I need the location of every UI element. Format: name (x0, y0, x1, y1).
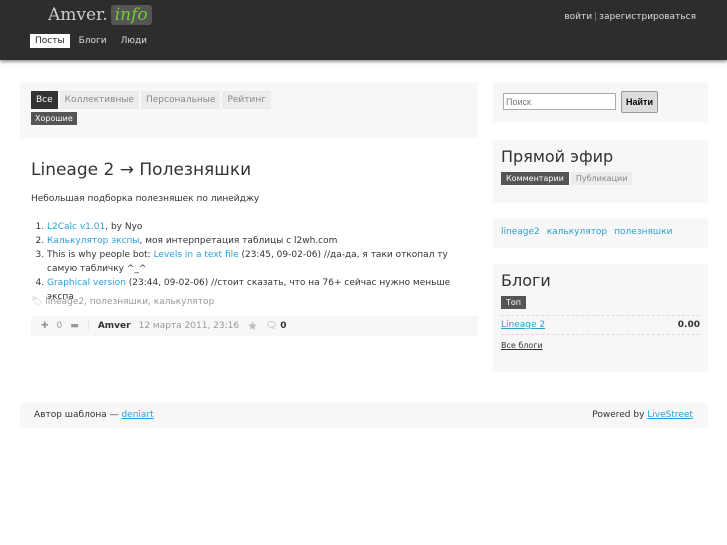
post-list: L2Calc v1.01, by Nyo Калькулятор экспы, … (47, 220, 471, 304)
tab-comments[interactable]: Комментарии (501, 172, 569, 185)
tab-good[interactable]: Хорошие (31, 112, 77, 125)
filter-tabs: Все Коллективные Персональные Рейтинг Хорош… (20, 82, 478, 138)
tab-rating[interactable]: Рейтинг (222, 91, 271, 109)
blog-row: Lineage 2 0.00 (501, 315, 700, 335)
author-label: Автор шаблона — (34, 410, 122, 420)
post-title: Lineage 2 → Полезняшки (31, 160, 471, 180)
search-input[interactable] (503, 93, 616, 110)
header: Amver. info Посты Блоги Люди войти | зареги… (0, 0, 727, 60)
auth-links: войти | зарегистрироваться (564, 12, 696, 22)
post-meta: ✚ 0 ▬ | Amver 12 марта 2011, 23:16 ★ 🗨 0 (31, 316, 478, 336)
logo-accent: info (110, 5, 152, 25)
tab-publications[interactable]: Публикации (570, 172, 633, 185)
post-intro: Небольшая подборка полезняшек по линейдж… (31, 194, 260, 204)
tag-link[interactable]: полезняшки (614, 227, 672, 239)
register-link[interactable]: зарегистрироваться (599, 12, 696, 22)
list-item: This is why people bot: Levels in a text… (47, 248, 471, 276)
blogs-title: Блоги (501, 271, 551, 290)
favorite-star-icon[interactable]: ★ (247, 319, 258, 333)
post-author[interactable]: Amver (98, 321, 131, 331)
logo-text: Amver. (48, 5, 108, 25)
post-title-link[interactable]: Полезняшки (139, 160, 251, 180)
tag-icon: 🏷 (31, 297, 43, 307)
post-blog-link[interactable]: Lineage 2 (31, 160, 114, 180)
tab-personal[interactable]: Персональные (140, 91, 221, 109)
vote-down-icon[interactable]: ▬ (70, 321, 79, 331)
search-button[interactable]: Найти (621, 91, 658, 113)
l2calc-link[interactable]: L2Calc v1.01 (47, 222, 105, 232)
comments-link[interactable]: 🗨 0 (266, 321, 287, 331)
nav-blogs[interactable]: Блоги (74, 34, 112, 48)
graphical-link[interactable]: Graphical version (47, 278, 126, 288)
tab-collective[interactable]: Коллективные (59, 91, 139, 109)
tab-top[interactable]: Топ (501, 296, 527, 309)
tags-text[interactable]: lineage2, полезняшки, калькулятор (45, 297, 214, 307)
main-nav: Посты Блоги Люди (30, 34, 152, 48)
arrow: → (119, 160, 134, 180)
live-title: Прямой эфир (501, 147, 614, 166)
nav-posts[interactable]: Посты (30, 34, 70, 48)
tag-link[interactable]: lineage2 (501, 227, 540, 239)
livestreet-link[interactable]: LiveStreet (647, 410, 693, 420)
list-item: L2Calc v1.01, by Nyo (47, 220, 471, 234)
author-link[interactable]: deniart (121, 410, 153, 420)
live-box: Прямой эфир Комментарии Публикации (493, 140, 708, 203)
post: Lineage 2 → Полезняшки Небольшая подборк… (31, 160, 471, 304)
search-box: Найти (493, 82, 708, 122)
login-link[interactable]: войти (564, 12, 592, 22)
blog-rating: 0.00 (677, 320, 700, 330)
nav-people[interactable]: Люди (116, 34, 152, 48)
logo[interactable]: Amver. info (48, 5, 152, 25)
tag-link[interactable]: калькулятор (547, 227, 607, 239)
all-blogs-link[interactable]: Все блоги (501, 341, 700, 350)
blogs-box: Блоги Топ Lineage 2 0.00 Все блоги (493, 264, 708, 372)
post-tags: 🏷 lineage2, полезняшки, калькулятор (31, 297, 214, 307)
comment-icon: 🗨 (265, 321, 278, 331)
powered-label: Powered by (592, 410, 648, 420)
list-item: Калькулятор экспы, моя интерпретация таб… (47, 234, 471, 248)
tag-cloud: lineage2 калькулятор полезняшки (493, 218, 708, 248)
vote-up-icon[interactable]: ✚ (41, 321, 49, 331)
exp-calc-link[interactable]: Калькулятор экспы (47, 236, 140, 246)
footer: Автор шаблона — deniart Powered by LiveS… (20, 403, 708, 428)
post-date: 12 марта 2011, 23:16 (138, 321, 240, 331)
vote-count: 0 (56, 321, 63, 331)
blog-link[interactable]: Lineage 2 (501, 320, 545, 330)
tab-all[interactable]: Все (31, 91, 58, 109)
levels-link[interactable]: Levels in a text file (154, 250, 239, 260)
